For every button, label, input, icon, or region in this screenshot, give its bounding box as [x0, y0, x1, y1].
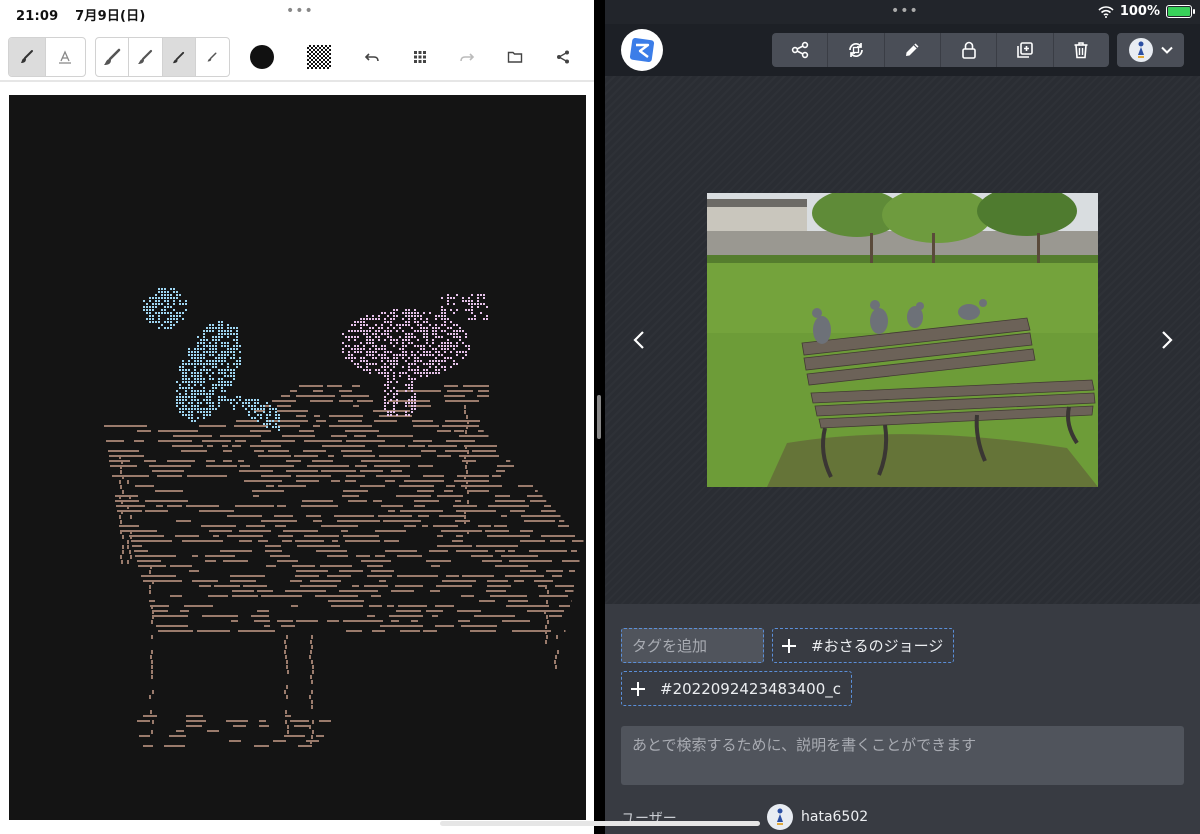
rotate-photo-button[interactable] — [828, 33, 885, 67]
user-menu-button[interactable] — [1117, 33, 1184, 67]
brush-large-icon — [104, 48, 121, 65]
edit-icon — [906, 43, 919, 56]
brush-size-group — [95, 37, 230, 77]
chevron-right-icon — [1162, 331, 1173, 349]
photo-meta-panel: #おさるのジョージ #2022092423483400_c あとで検索するために… — [605, 604, 1200, 834]
brush-mode-button[interactable] — [9, 38, 46, 76]
plus-icon — [782, 638, 796, 653]
battery-percent: 100% — [1119, 4, 1160, 19]
undo-button[interactable] — [357, 42, 387, 72]
mode-toggle-group — [8, 37, 86, 77]
edit-photo-button[interactable] — [885, 33, 941, 67]
app-logo-icon — [629, 37, 655, 63]
folder-icon — [507, 51, 523, 63]
add-to-album-icon — [1017, 42, 1033, 58]
pattern-picker-button[interactable] — [307, 45, 331, 69]
home-indicator[interactable] — [440, 821, 760, 826]
brush-medium-icon — [138, 49, 153, 64]
photo-viewer-pane: ••• 100% タグを追加 #おさるのジョージ #20220924234834… — [605, 0, 1200, 834]
tag-chip[interactable]: #2022092423483400_c — [621, 671, 853, 706]
redo-icon — [460, 53, 475, 62]
add-to-album-button[interactable] — [997, 33, 1054, 67]
chevron-down-icon — [1160, 46, 1173, 54]
split-view-handle[interactable] — [597, 395, 601, 439]
brush-size-medium-button[interactable] — [129, 38, 163, 76]
undo-icon — [364, 53, 379, 62]
brush-icon — [21, 50, 33, 63]
photo-viewer — [605, 76, 1200, 604]
avatar — [1128, 38, 1153, 62]
drawing-app-pane: 21:09 7月9日(日) ••• — [0, 0, 594, 834]
grid-icon — [414, 51, 426, 63]
pixel-drawing — [104, 288, 584, 747]
photo-pigeons-bench[interactable] — [707, 193, 1098, 487]
tag-label: #おさるのジョージ — [811, 637, 944, 655]
description-field[interactable]: あとで検索するために、説明を書くことができます — [621, 726, 1184, 785]
share-button[interactable] — [548, 42, 578, 72]
rotate-icon — [849, 42, 863, 58]
chevron-left-icon — [633, 331, 644, 349]
grid-button[interactable] — [405, 42, 435, 72]
user-name-link[interactable]: hata6502 — [801, 809, 868, 825]
add-tag-input[interactable] — [621, 628, 764, 663]
avatar-figure-icon — [777, 808, 783, 825]
battery-icon — [1166, 5, 1195, 18]
multitasking-dots-icon-right[interactable]: ••• — [891, 3, 919, 19]
wifi-icon — [1098, 5, 1114, 18]
multitasking-dots-icon[interactable]: ••• — [286, 3, 314, 19]
previous-photo-button[interactable] — [627, 326, 651, 354]
plus-icon — [631, 681, 645, 696]
status-bar-left: 21:09 7月9日(日) — [16, 5, 158, 24]
app-logo[interactable] — [621, 29, 663, 71]
delete-photo-button[interactable] — [1054, 33, 1109, 67]
status-time: 21:09 — [16, 9, 59, 24]
folder-button[interactable] — [500, 42, 530, 72]
drawing-canvas[interactable] — [9, 95, 586, 820]
brush-size-tiny-button[interactable] — [196, 38, 229, 76]
trash-icon — [1074, 42, 1088, 59]
avatar-figure-icon — [1137, 41, 1144, 58]
brush-size-large-button[interactable] — [96, 38, 130, 76]
status-bar-right: 100% — [1098, 4, 1195, 19]
user-avatar[interactable] — [767, 804, 793, 830]
brush-tiny-icon — [207, 52, 217, 62]
share-photo-button[interactable] — [772, 33, 829, 67]
tag-label: #2022092423483400_c — [660, 679, 842, 698]
text-icon — [58, 50, 71, 64]
lock-icon — [961, 41, 976, 59]
next-photo-button[interactable] — [1155, 326, 1179, 354]
lock-photo-button[interactable] — [941, 33, 998, 67]
brush-small-icon — [173, 51, 185, 63]
redo-button[interactable] — [452, 42, 482, 72]
brush-size-small-button[interactable] — [162, 38, 196, 76]
status-date: 7月9日(日) — [75, 9, 146, 24]
photo-image — [707, 193, 1098, 487]
text-mode-button[interactable] — [46, 38, 83, 76]
tag-chip[interactable]: #おさるのジョージ — [772, 628, 955, 663]
share-icon — [791, 41, 808, 59]
battery-fill — [1168, 7, 1190, 16]
photo-action-bar — [772, 33, 1109, 67]
color-picker-button[interactable] — [250, 45, 274, 69]
viewer-header — [605, 24, 1200, 76]
share-icon — [557, 50, 569, 64]
